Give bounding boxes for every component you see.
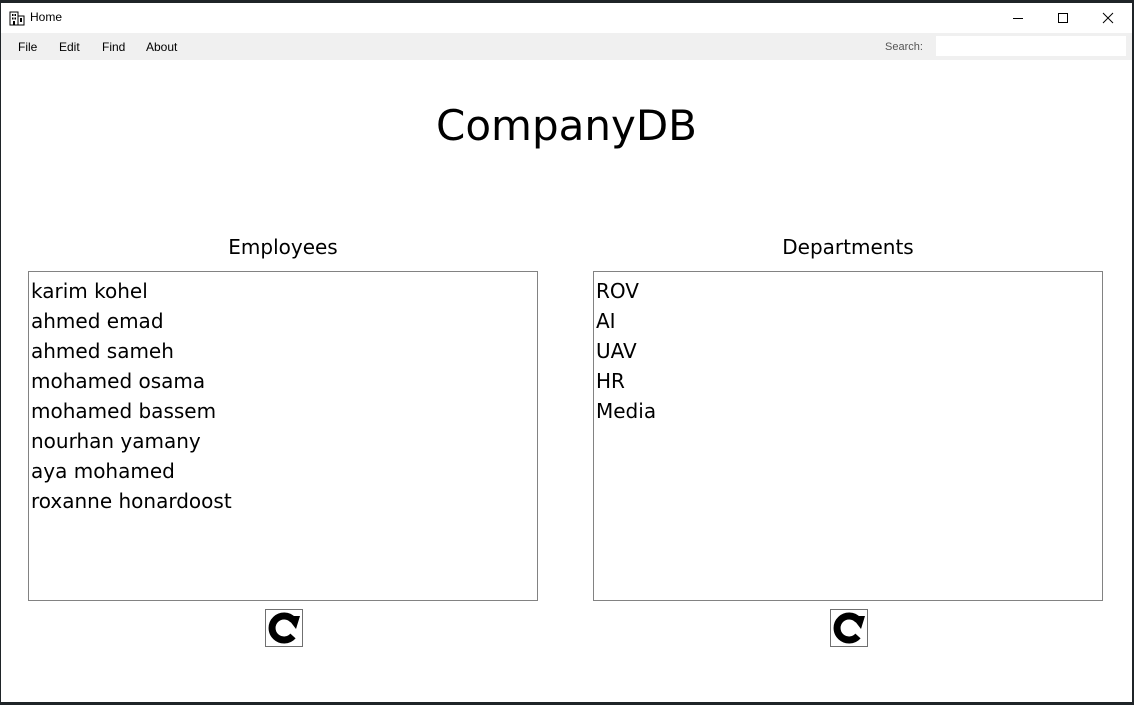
refresh-icon — [268, 612, 300, 644]
employee-list-item[interactable]: roxanne honardoost — [31, 486, 535, 516]
app-window: Home File Edit Find About Search: Compan… — [1, 3, 1132, 702]
title-bar: Home — [1, 3, 1132, 33]
close-icon — [1102, 12, 1114, 24]
departments-label: Departments — [782, 235, 914, 259]
maximize-icon — [1058, 13, 1068, 23]
search-input[interactable] — [936, 36, 1126, 56]
employee-list-item[interactable]: aya mohamed — [31, 456, 535, 486]
departments-list[interactable]: ROV AI UAV HR Media — [593, 271, 1103, 601]
refresh-employees-button[interactable] — [265, 609, 303, 647]
employees-label: Employees — [228, 235, 338, 259]
building-icon — [9, 10, 25, 26]
department-list-item[interactable]: AI — [596, 306, 1100, 336]
menu-find[interactable]: Find — [102, 40, 125, 54]
employee-list-item[interactable]: nourhan yamany — [31, 426, 535, 456]
search-label: Search: — [885, 41, 923, 53]
department-list-item[interactable]: HR — [596, 366, 1100, 396]
department-list-item[interactable]: ROV — [596, 276, 1100, 306]
employee-list-item[interactable]: mohamed bassem — [31, 396, 535, 426]
minimize-icon — [1013, 18, 1023, 19]
refresh-departments-button[interactable] — [830, 609, 868, 647]
employee-list-item[interactable]: mohamed osama — [31, 366, 535, 396]
menu-file[interactable]: File — [18, 40, 37, 54]
employee-list-item[interactable]: karim kohel — [31, 276, 535, 306]
window-title: Home — [30, 10, 63, 24]
department-list-item[interactable]: Media — [596, 396, 1100, 426]
close-button[interactable] — [1085, 3, 1131, 33]
department-list-item[interactable]: UAV — [596, 336, 1100, 366]
refresh-icon — [833, 612, 865, 644]
minimize-button[interactable] — [995, 3, 1041, 33]
employee-list-item[interactable]: ahmed emad — [31, 306, 535, 336]
page-title: CompanyDB — [436, 101, 697, 150]
menu-about[interactable]: About — [146, 40, 177, 54]
employee-list-item[interactable]: ahmed sameh — [31, 336, 535, 366]
menu-bar: File Edit Find About Search: — [1, 33, 1132, 60]
employees-list[interactable]: karim kohel ahmed emad ahmed sameh mohamed … — [28, 271, 538, 601]
maximize-button[interactable] — [1040, 3, 1086, 33]
menu-edit[interactable]: Edit — [59, 40, 80, 54]
